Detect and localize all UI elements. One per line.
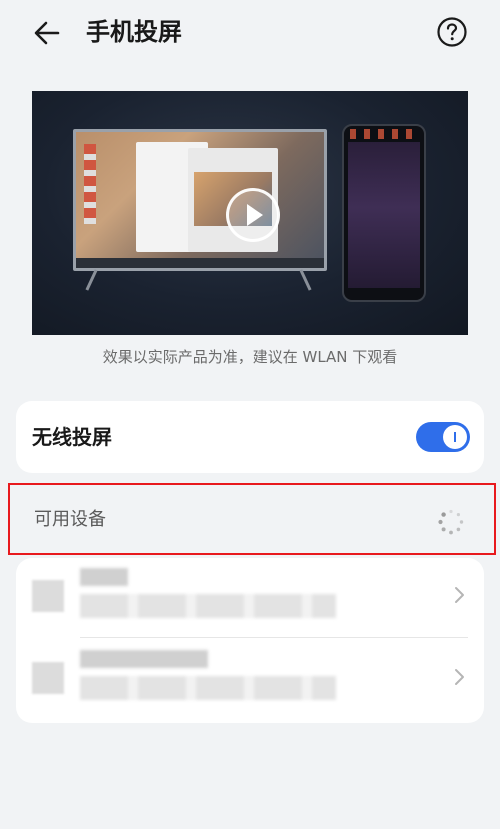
device-list: [16, 558, 484, 723]
app-header: 手机投屏: [0, 0, 500, 66]
phone-illustration: [342, 124, 426, 302]
loading-spinner-icon: [438, 509, 464, 535]
screen-cast-preview: [32, 91, 468, 335]
device-item[interactable]: [16, 558, 484, 638]
chevron-right-icon: [455, 587, 464, 603]
arrow-left-icon[interactable]: [30, 16, 64, 50]
toggle-knob: [443, 425, 467, 449]
tv-illustration: [73, 129, 327, 271]
device-icon: [32, 580, 64, 612]
phone-screen: [348, 142, 420, 288]
chevron-right-icon: [455, 669, 464, 685]
tv-stand: [299, 269, 312, 291]
wireless-projection-card: 无线投屏: [16, 401, 484, 473]
page-title: 手机投屏: [86, 18, 182, 46]
wireless-projection-toggle[interactable]: [416, 422, 470, 452]
question-circle-icon[interactable]: [436, 16, 468, 48]
tv-stand: [85, 269, 98, 291]
device-detail: [80, 594, 336, 618]
preview-caption: 效果以实际产品为准，建议在 WLAN 下观看: [102, 348, 398, 366]
available-devices-header: 可用设备: [8, 483, 496, 555]
divider: [80, 637, 468, 638]
device-name: [80, 568, 128, 586]
tv-taskbar: [76, 258, 324, 268]
tv-app-dock: [84, 144, 96, 224]
phone-status-icons: [350, 129, 418, 139]
device-name: [80, 650, 208, 668]
available-devices-label: 可用设备: [34, 509, 106, 530]
toggle-on-mark: [454, 432, 456, 442]
play-icon[interactable]: [226, 188, 280, 242]
wireless-projection-label: 无线投屏: [32, 425, 112, 449]
device-icon: [32, 662, 64, 694]
device-item[interactable]: [16, 640, 484, 720]
device-detail: [80, 676, 336, 700]
